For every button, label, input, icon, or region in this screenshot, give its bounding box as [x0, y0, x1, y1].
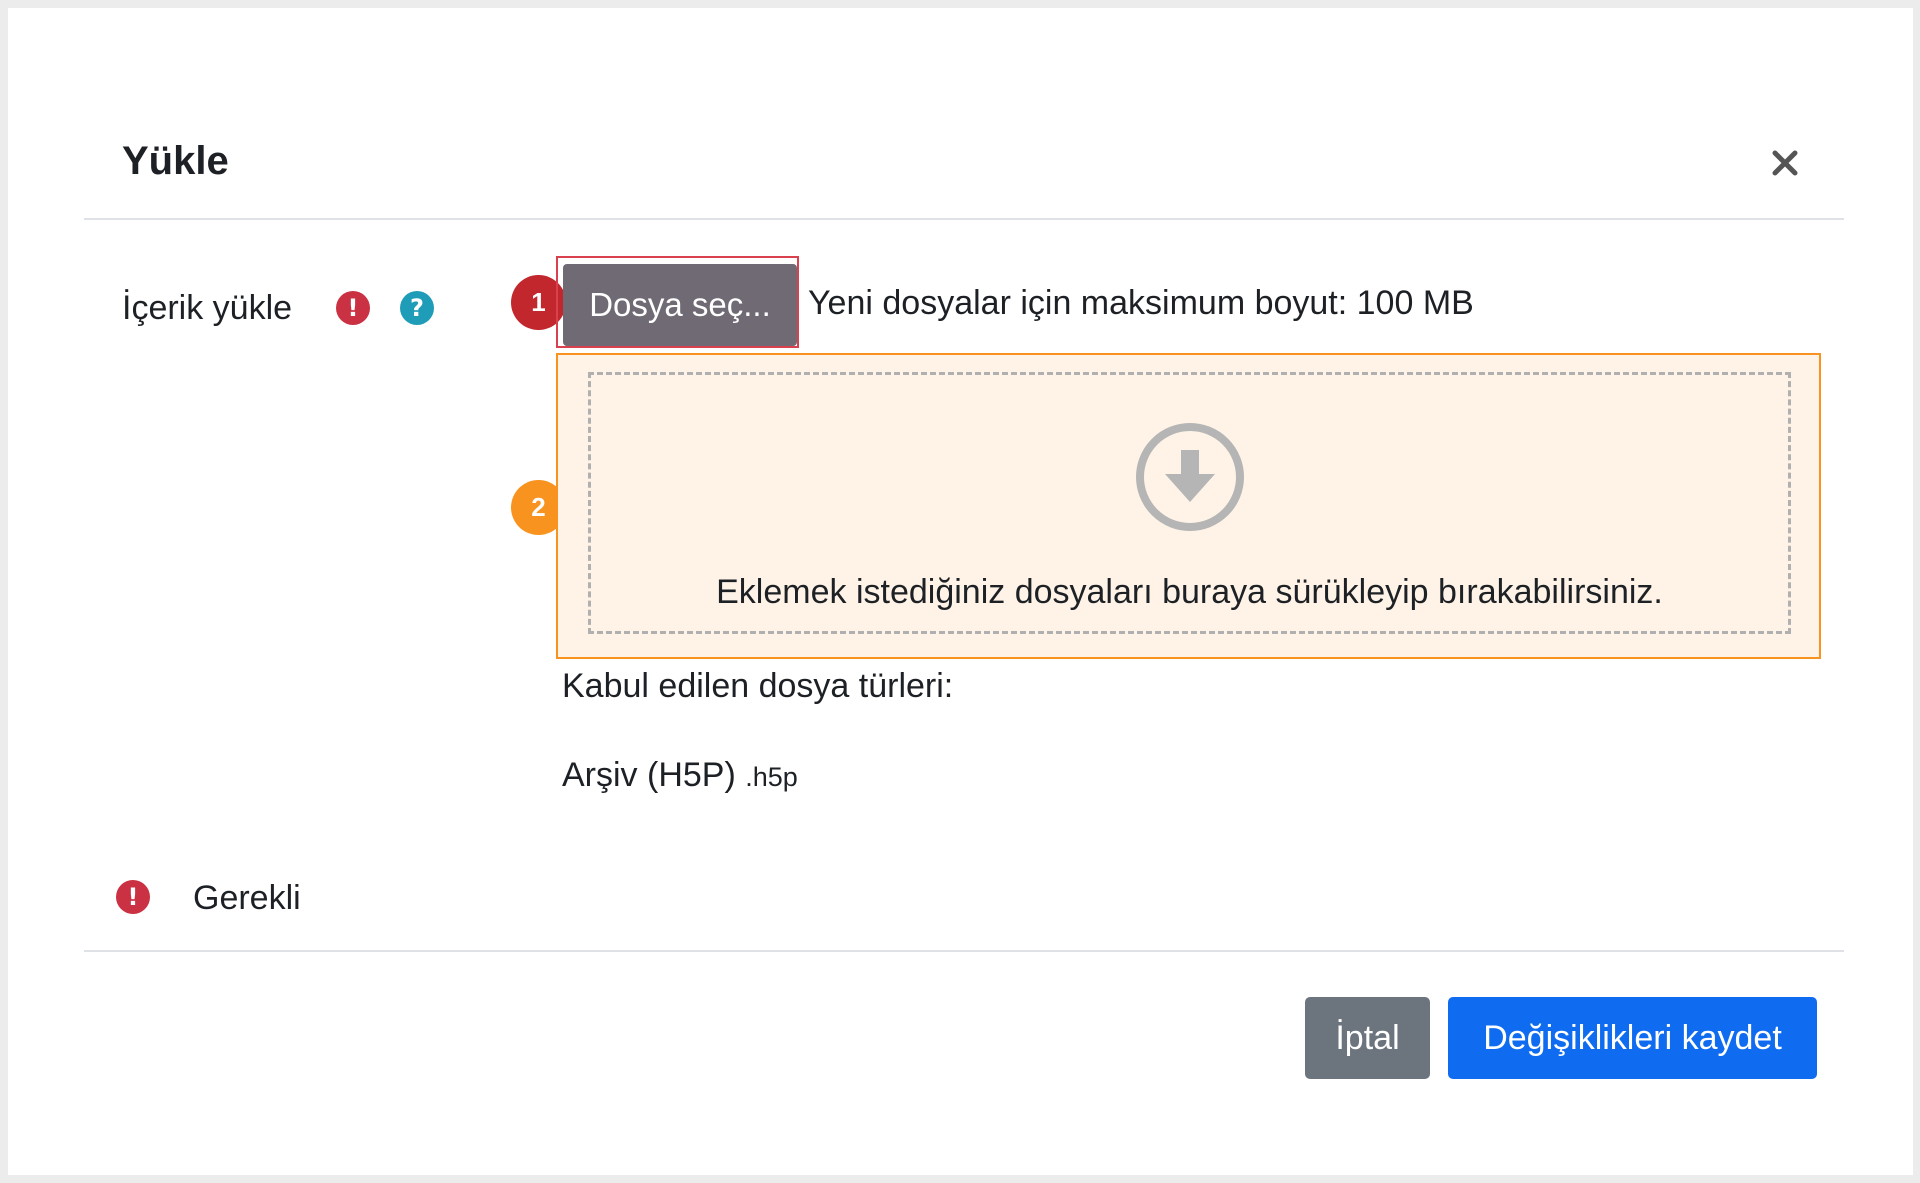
- footer-divider: [84, 950, 1844, 952]
- accepted-type-item: Arşiv (H5P) .h5p: [562, 753, 798, 799]
- field-label: İçerik yükle: [122, 289, 293, 327]
- accepted-type-ext: .h5p: [745, 762, 798, 792]
- required-note-icon: !: [116, 880, 150, 914]
- choose-file-button[interactable]: Dosya seç...: [563, 264, 797, 346]
- max-size-text: Yeni dosyalar için maksimum boyut: 100 M…: [808, 284, 1474, 322]
- cancel-button[interactable]: İptal: [1305, 997, 1430, 1079]
- required-icon: !: [336, 291, 370, 325]
- help-icon[interactable]: ?: [400, 291, 434, 325]
- accepted-type-name: Arşiv (H5P): [562, 756, 736, 794]
- close-icon: [1772, 150, 1798, 176]
- close-button[interactable]: [1760, 138, 1810, 188]
- required-note: Gerekli: [193, 879, 301, 917]
- accepted-types-label: Kabul edilen dosya türleri:: [562, 667, 954, 705]
- dropzone-text: Eklemek istediğiniz dosyaları buraya sür…: [716, 573, 1663, 611]
- download-arrow-icon: [1136, 423, 1244, 531]
- upload-dialog: Yükle İçerik yükle ! ? 1 Dosya seç... Ye…: [8, 8, 1913, 1175]
- header-divider: [84, 218, 1844, 220]
- save-changes-button[interactable]: Değişiklikleri kaydet: [1448, 997, 1817, 1079]
- dialog-title: Yükle: [122, 139, 229, 183]
